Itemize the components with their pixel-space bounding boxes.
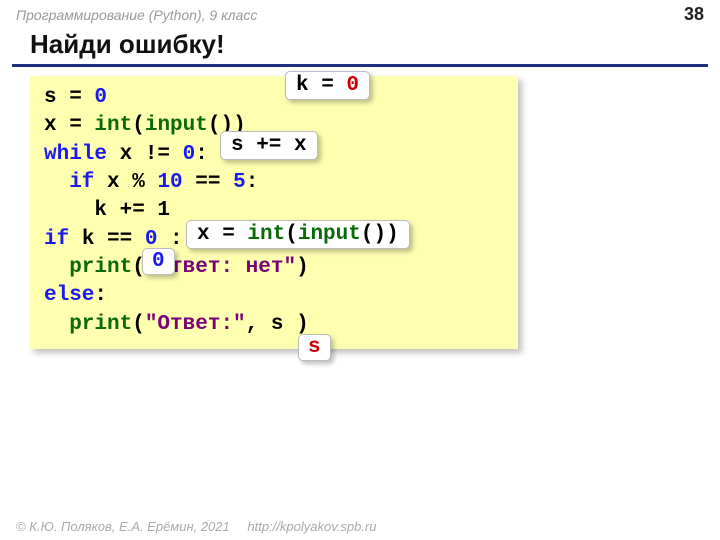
code-block: s = 0 x = int(input()) while x != 0: if … [30, 76, 518, 349]
copyright-text: © К.Ю. Поляков, Е.А. Ерёмин, 2021 [16, 519, 230, 534]
overlay-s: s [298, 334, 331, 361]
slide: { "header": { "course": "Программировани… [0, 0, 720, 540]
page-title: Найди ошибку! [0, 27, 720, 64]
page-number: 38 [684, 4, 704, 25]
overlay-x-input: x = int(input()) [186, 220, 410, 249]
code-line: print("Ответ:", s ) [44, 311, 504, 339]
code-line: if x % 10 == 5: [44, 169, 504, 197]
header-bar: Программирование (Python), 9 класс 38 [0, 0, 720, 27]
footer: © К.Ю. Поляков, Е.А. Ерёмин, 2021 http:/… [16, 519, 376, 534]
course-label: Программирование (Python), 9 класс [16, 7, 257, 23]
code-line: s = 0 [44, 84, 504, 112]
title-underline [12, 64, 708, 67]
overlay-s-plus-x: s += x [220, 131, 318, 160]
code-line: print("Ответ: нет") [44, 254, 504, 282]
footer-link: http://kpolyakov.spb.ru [247, 519, 376, 534]
overlay-k-equals-0: k = 0 [285, 71, 370, 100]
code-line: else: [44, 282, 504, 310]
overlay-zero: 0 [142, 248, 175, 275]
